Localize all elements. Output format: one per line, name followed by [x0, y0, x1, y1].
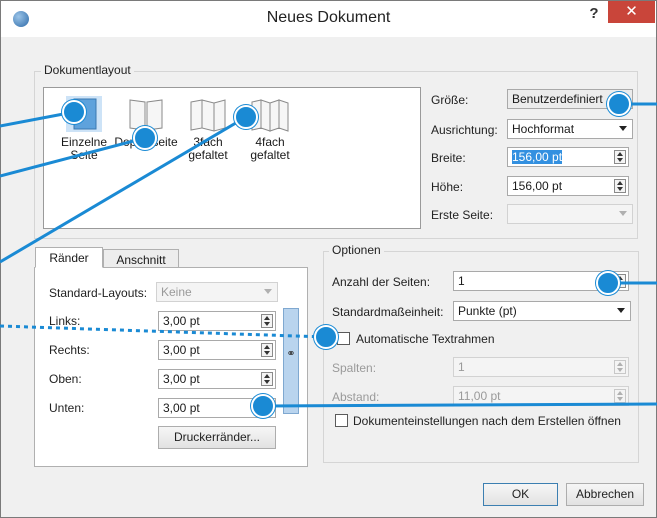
width-value: 156,00 pt — [512, 150, 563, 164]
left-margin-stepper[interactable] — [261, 314, 273, 328]
gap-stepper[interactable] — [614, 389, 626, 403]
layout-label-fourfold: 4fach gefaltet — [250, 135, 290, 162]
callout-dot-pages — [596, 271, 620, 295]
chevron-down-icon — [264, 289, 272, 294]
top-margin-stepper[interactable] — [261, 372, 273, 386]
height-stepper[interactable] — [614, 179, 626, 193]
layout-picker: Einzelne Seite Doppelseite 3fach gefalte… — [43, 87, 421, 229]
left-margin-label: Links: — [49, 314, 81, 328]
cancel-button[interactable]: Abbrechen — [566, 483, 644, 506]
title-bar: Neues Dokument ? ✕ — [1, 1, 656, 37]
close-button[interactable]: ✕ — [608, 1, 655, 23]
top-margin-field[interactable]: 3,00 pt — [158, 369, 276, 389]
callout-dot-fold — [234, 105, 258, 129]
open-settings-label: Dokumenteinstellungen nach dem Erstellen… — [353, 414, 621, 428]
tab-margins[interactable]: Ränder — [35, 247, 103, 268]
gap-value: 11,00 pt — [458, 389, 501, 403]
callout-dot-bottom — [251, 394, 275, 418]
auto-text-frames-checkbox[interactable] — [337, 332, 350, 345]
chevron-down-icon — [619, 211, 627, 216]
columns-stepper[interactable] — [614, 360, 626, 374]
dialog-title: Neues Dokument — [266, 9, 391, 26]
left-margin-value: 3,00 pt — [163, 314, 200, 328]
right-margin-label: Rechts: — [49, 343, 90, 357]
trifold-icon — [188, 96, 228, 132]
width-stepper[interactable] — [614, 150, 626, 164]
callout-dot-size — [607, 92, 631, 116]
document-layout-title: Dokumentlayout — [41, 63, 134, 77]
chevron-down-icon — [617, 308, 625, 313]
orientation-select[interactable]: Hochformat — [507, 119, 633, 139]
layout-label-single: Einzelne Seite — [60, 135, 108, 162]
height-value: 156,00 pt — [512, 179, 563, 193]
callout-dot-double-page — [133, 126, 157, 150]
new-document-dialog: Neues Dokument ? ✕ Dokumentlayout Einzel… — [0, 0, 657, 518]
pages-value: 1 — [458, 274, 465, 288]
auto-text-frames-label: Automatische Textrahmen — [356, 332, 495, 346]
ok-button[interactable]: OK — [483, 483, 558, 506]
unit-select[interactable]: Punkte (pt) — [453, 301, 631, 321]
right-margin-field[interactable]: 3,00 pt — [158, 340, 276, 360]
help-button[interactable]: ? — [584, 5, 604, 27]
size-label: Größe: — [431, 93, 469, 107]
top-margin-label: Oben: — [49, 372, 82, 386]
callout-dot-auto-frames — [314, 325, 338, 349]
link-margins-toggle[interactable]: ⚭ — [283, 308, 299, 414]
columns-field[interactable]: 1 — [453, 357, 629, 377]
pages-label: Anzahl der Seiten: — [332, 275, 431, 289]
printer-margins-button[interactable]: Druckerränder... — [158, 426, 276, 449]
height-field[interactable]: 156,00 pt — [507, 176, 629, 196]
first-page-select[interactable] — [507, 204, 633, 224]
unit-label: Standardmaßeinheit: — [332, 305, 444, 319]
top-margin-value: 3,00 pt — [163, 372, 200, 386]
width-field[interactable]: 156,00 pt — [507, 147, 629, 167]
gap-label: Abstand: — [332, 390, 380, 404]
layout-trifold[interactable]: 3fach gefaltet — [176, 96, 240, 162]
open-settings-checkbox[interactable] — [335, 414, 348, 427]
columns-value: 1 — [458, 360, 465, 374]
orientation-label: Ausrichtung: — [431, 123, 498, 137]
presets-label: Standard-Layouts: — [49, 286, 148, 300]
gap-field[interactable]: 11,00 pt — [453, 386, 629, 406]
bottom-margin-label: Unten: — [49, 401, 85, 415]
unit-value: Punkte (pt) — [458, 304, 517, 318]
first-page-label: Erste Seite: — [431, 208, 494, 222]
orientation-value: Hochformat — [512, 122, 575, 136]
presets-select[interactable]: Keine — [156, 282, 278, 302]
presets-value: Keine — [161, 285, 192, 299]
options-title: Optionen — [329, 243, 384, 257]
width-label: Breite: — [431, 151, 466, 165]
right-margin-stepper[interactable] — [261, 343, 273, 357]
chevron-down-icon — [619, 126, 627, 131]
columns-label: Spalten: — [332, 361, 377, 375]
bottom-margin-value: 3,00 pt — [163, 401, 200, 415]
size-value: Benutzerdefiniert — [512, 92, 603, 106]
height-label: Höhe: — [431, 180, 464, 194]
layout-label-trifold: 3fach gefaltet — [188, 135, 228, 162]
chain-link-icon: ⚭ — [286, 348, 296, 360]
callout-dot-single-page — [62, 100, 86, 124]
right-margin-value: 3,00 pt — [163, 343, 200, 357]
left-margin-field[interactable]: 3,00 pt — [158, 311, 276, 331]
